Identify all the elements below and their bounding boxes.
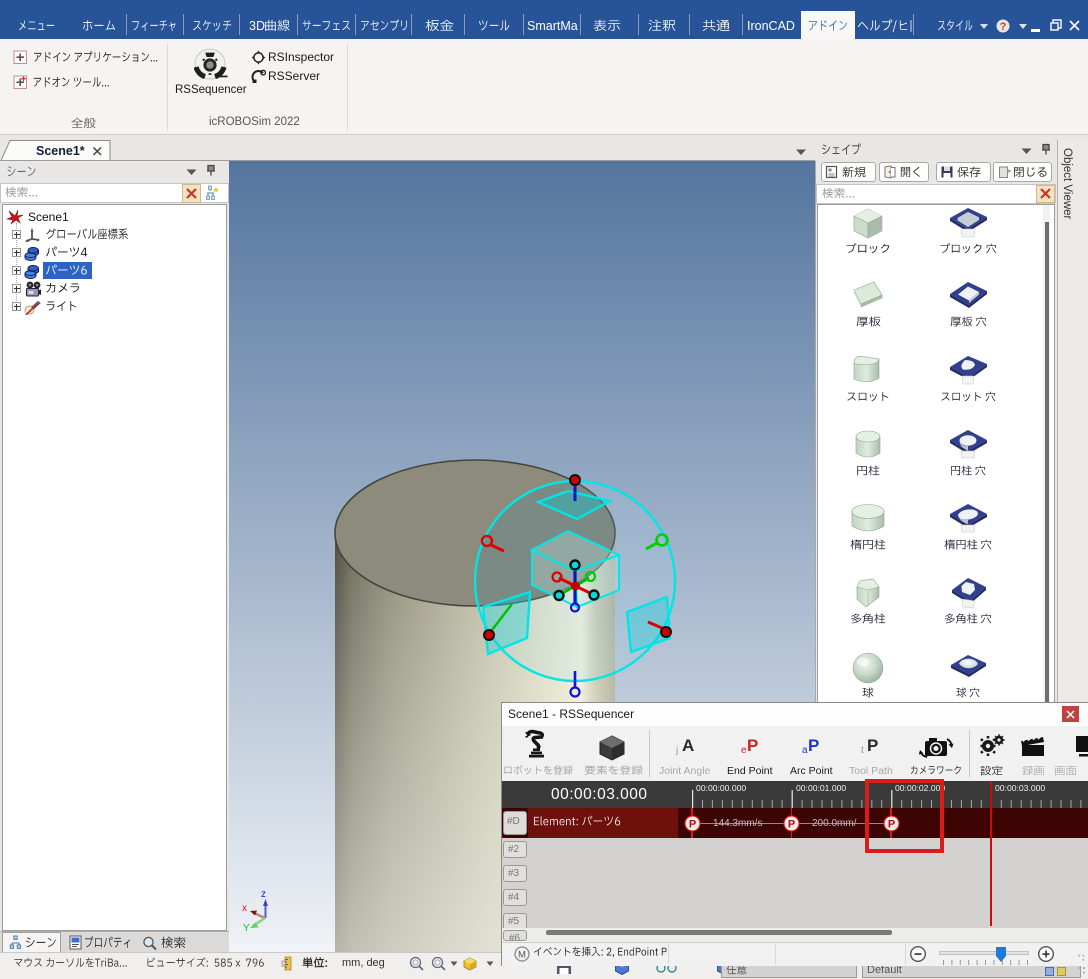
svg-text:?: ? <box>1000 21 1007 33</box>
svg-text:z: z <box>261 889 266 900</box>
svg-text:M: M <box>518 950 526 961</box>
svg-text:Y: Y <box>243 923 250 934</box>
svg-text:P: P <box>788 819 795 831</box>
svg-text:x: x <box>242 903 247 914</box>
svg-text:P: P <box>688 819 695 831</box>
